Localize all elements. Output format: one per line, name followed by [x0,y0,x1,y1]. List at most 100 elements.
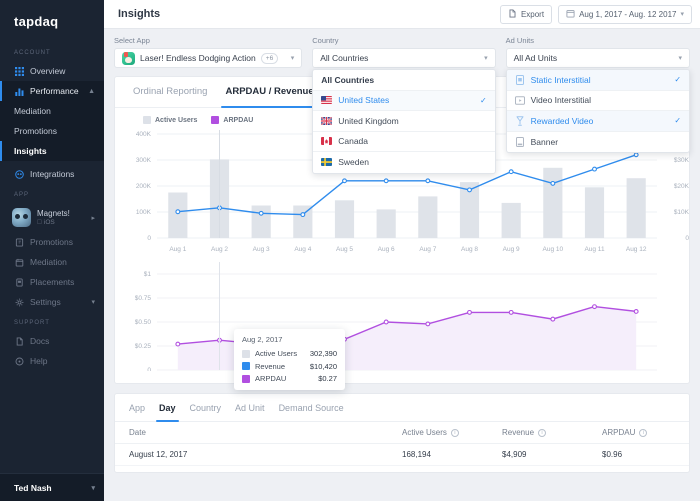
svg-text:Aug 4: Aug 4 [294,246,311,253]
svg-text:$1: $1 [144,271,152,278]
flag-us-icon [321,96,333,105]
info-icon[interactable]: i [639,428,648,437]
sidebar-section-account: ACCOUNT [14,50,51,56]
sidebar-user-menu[interactable]: Ted Nash ▾ [0,473,104,501]
chevron-right-icon: ▸ [91,214,95,222]
country-option-united-kingdom[interactable]: United Kingdom [313,111,495,132]
country-option-sweden[interactable]: Sweden [313,152,494,173]
country-option-all[interactable]: All Countries [313,70,495,91]
table-row[interactable]: August 12, 2017 168,194 $4,909 $0.96 [115,444,689,466]
tooltip-value: $10,420 [309,361,337,371]
country-select[interactable]: All Countries ▾ [312,48,496,68]
sidebar-item-overview[interactable]: Overview [0,61,104,81]
ad-unit-option-static-interstitial[interactable]: Static Interstitial ✓ [506,70,690,91]
app-count-badge: +6 [260,52,279,64]
sidebar-item-label: Insights [14,146,47,156]
ad-unit-option-rewarded-video[interactable]: Rewarded Video ✓ [506,111,690,132]
country-option-united-states[interactable]: United States ✓ [313,90,495,111]
sidebar-item-promotions[interactable]: Promotions [0,121,104,141]
app-avatar [12,208,31,227]
country-filter: Country All Countries ▾ All Countries Un… [312,36,496,174]
sidebar-item-label: Mediation [30,257,67,267]
country-option-canada[interactable]: Canada [313,132,495,152]
static-interstitial-icon [515,74,525,85]
tooltip-label: ARPDAU [255,374,287,383]
topbar-actions: Export Aug 1, 2017 - Aug. 12 2017 ▾ [499,4,692,24]
ad-unit-option-video-interstitial[interactable]: Video Interstitial [506,91,690,111]
date-range-picker[interactable]: Aug 1, 2017 - Aug. 12 2017 ▾ [558,4,692,24]
table-tab-demand-source[interactable]: Demand Source [279,403,344,421]
svg-text:$20K: $20K [674,183,690,190]
svg-text:100K: 100K [136,209,152,216]
filter-bar: Select App Laser! Endless Dodging Action… [104,29,700,174]
svg-text:300K: 300K [136,157,152,164]
svg-text:$10K: $10K [674,209,690,216]
option-label: United Kingdom [338,115,399,126]
ad-unit-option-banner[interactable]: Banner [507,132,689,153]
ad-units-select[interactable]: All Ad Units ▾ [505,48,691,68]
option-label: Rewarded Video [530,115,594,126]
sidebar-item-placements[interactable]: Placements [0,272,104,292]
sidebar-item-app-promotions[interactable]: Promotions [0,232,104,252]
export-button[interactable]: Export [499,4,553,24]
sidebar-item-help[interactable]: Help [0,351,104,371]
sidebar-item-label: Docs [30,336,50,346]
info-icon[interactable]: i [538,428,547,437]
table-tab-ad-unit[interactable]: Ad Unit [235,403,265,421]
svg-text:Aug 8: Aug 8 [461,246,478,253]
tooltip-value: 302,390 [309,349,337,358]
sidebar-item-docs[interactable]: Docs [0,331,104,351]
tooltip-label: Active Users [255,349,298,358]
country-select-value: All Countries [320,53,369,63]
app-select[interactable]: Laser! Endless Dodging Action +6 ▾ [114,48,303,68]
sidebar-item-insights[interactable]: Insights [0,141,104,161]
tab-ordinal-reporting[interactable]: Ordinal Reporting [133,86,207,107]
table-tab-app[interactable]: App [129,403,145,421]
sidebar-item-label: Integrations [30,169,75,179]
sidebar-item-label: Overview [30,66,66,76]
ad-units-dropdown: Static Interstitial ✓ Video Interstitial [505,69,691,153]
table-tab-country[interactable]: Country [190,403,222,421]
export-icon [508,8,517,20]
sidebar-item-performance[interactable]: Performance ▲ [0,81,104,101]
brand-logo[interactable]: tapdaq [0,0,104,42]
country-dropdown: All Countries United States ✓ United Kin… [312,69,496,174]
legend-label: Active Users [155,116,198,124]
svg-text:0: 0 [147,367,151,371]
column-header-active-users[interactable]: Active Users i [402,428,502,437]
chevron-up-icon: ▲ [88,87,95,95]
svg-text:$0.75: $0.75 [135,295,152,302]
sidebar-section-support: SUPPORT [14,320,50,326]
table-tab-day[interactable]: Day [156,403,178,422]
tab-arpdau-revenue[interactable]: ARPDAU / Revenue [221,86,318,108]
chevron-down-icon: ▾ [678,55,683,62]
plug-icon [14,169,24,179]
flag-se-icon [321,158,333,167]
svg-text:Aug 10: Aug 10 [543,246,564,253]
legend-label: ARPDAU [223,116,254,124]
sidebar-item-settings[interactable]: Settings ▾ [0,292,104,312]
sidebar-app-platform:  iOS [37,219,70,226]
cell-date: August 12, 2017 [129,450,188,459]
info-icon[interactable]: i [450,428,459,437]
sidebar-item-label: Performance [30,86,79,96]
sidebar-item-app-mediation[interactable]: Mediation [0,252,104,272]
tooltip-row-arpdau: ARPDAU $0.27 [242,374,337,383]
sidebar-item-mediation[interactable]: Mediation [0,101,104,121]
column-header-arpdau[interactable]: ARPDAU i [602,428,675,437]
sidebar-item-integrations[interactable]: Integrations [0,164,104,184]
data-table-panel: App Day Country Ad Unit Demand Source Da… [114,393,690,473]
placement-icon [14,277,24,287]
tooltip-swatch [242,362,250,370]
svg-text:Aug 5: Aug 5 [336,246,353,253]
sidebar-app-switcher[interactable]: Magnets!  iOS ▸ [0,203,104,232]
column-header-date[interactable]: Date [129,428,402,437]
grid-icon [14,66,24,76]
video-interstitial-icon [514,95,525,106]
column-header-revenue[interactable]: Revenue i [502,428,602,437]
flag-uk-icon [321,116,333,125]
svg-text:Aug 11: Aug 11 [584,246,605,253]
legend-item-arpdau: ARPDAU [211,116,253,124]
flag-ca-icon [321,137,333,146]
tooltip-swatch [242,374,250,383]
